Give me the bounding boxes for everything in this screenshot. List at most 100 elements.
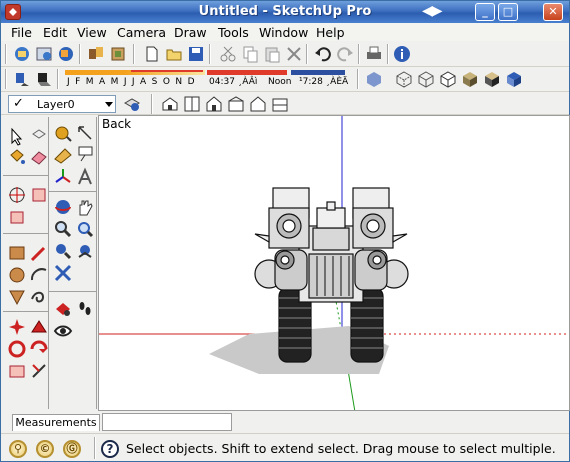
- arc-icon[interactable]: [29, 265, 49, 285]
- polygon-icon[interactable]: [7, 287, 27, 307]
- iso-view-icon[interactable]: [161, 95, 179, 113]
- zoom-extents-icon[interactable]: [53, 241, 73, 261]
- toolbar-separator: [306, 44, 308, 64]
- follow-me-icon[interactable]: [7, 317, 27, 337]
- select-arrow-icon[interactable]: [7, 127, 27, 147]
- paint-bucket-icon[interactable]: [7, 147, 27, 167]
- standard-toolbar: [1, 41, 569, 67]
- back-view-icon[interactable]: [249, 95, 267, 113]
- make-component-icon[interactable]: [29, 127, 49, 147]
- time-bar-blue[interactable]: [291, 70, 345, 75]
- tape-measure-icon[interactable]: [53, 123, 73, 143]
- print-icon[interactable]: [365, 45, 383, 63]
- credits-icon[interactable]: ©: [36, 440, 54, 458]
- cut-icon[interactable]: [219, 45, 237, 63]
- axes-icon[interactable]: [53, 167, 73, 187]
- zoom-icon[interactable]: [53, 219, 73, 239]
- previous-view-icon[interactable]: [75, 241, 95, 261]
- line-pencil-icon[interactable]: [29, 243, 49, 263]
- position-camera-icon[interactable]: [53, 299, 73, 319]
- dimension-icon[interactable]: [75, 123, 95, 143]
- erase-icon[interactable]: [285, 45, 303, 63]
- wireframe-icon[interactable]: [417, 70, 435, 88]
- menu-window[interactable]: Window: [259, 25, 308, 40]
- flip-icon[interactable]: [29, 361, 49, 381]
- push-pull-icon[interactable]: [29, 185, 49, 205]
- menu-help[interactable]: Help: [316, 25, 345, 40]
- instructor-help-icon[interactable]: ?: [101, 440, 119, 458]
- paste-icon[interactable]: [263, 45, 281, 63]
- google-earth-icon[interactable]: [109, 45, 127, 63]
- pan-hand-icon[interactable]: [75, 197, 95, 217]
- status-bar: ⚲ © Ⓖ ? Select objects. Shift to extend …: [1, 433, 569, 461]
- current-layer-name: Layer0: [37, 98, 75, 111]
- top-view-icon[interactable]: [183, 95, 201, 113]
- hidden-line-icon[interactable]: [439, 70, 457, 88]
- get-models-icon[interactable]: [13, 45, 31, 63]
- eraser-icon[interactable]: [29, 147, 49, 167]
- monochrome-icon[interactable]: [505, 70, 523, 88]
- tile-arrows-icon[interactable]: ◀▶: [422, 3, 443, 19]
- rectangle-icon[interactable]: [7, 243, 27, 263]
- intersect-icon[interactable]: [29, 339, 49, 359]
- move-icon[interactable]: [7, 185, 27, 205]
- back-edges-icon[interactable]: [395, 70, 413, 88]
- model-canvas[interactable]: [99, 116, 570, 411]
- sandbox-icon[interactable]: [7, 361, 27, 381]
- zoom-extents-all-icon[interactable]: [53, 263, 73, 283]
- palette-divider: [3, 233, 48, 234]
- freehand-icon[interactable]: [29, 287, 49, 307]
- undo-icon[interactable]: [314, 45, 332, 63]
- look-around-eye-icon[interactable]: [53, 321, 73, 341]
- toolbar-separator: [209, 44, 211, 64]
- text-tool-icon[interactable]: [75, 145, 95, 165]
- open-icon[interactable]: [165, 45, 183, 63]
- menu-file[interactable]: File: [11, 25, 32, 40]
- front-view-icon[interactable]: [205, 95, 223, 113]
- offset-icon[interactable]: [7, 339, 27, 359]
- title-bar[interactable]: Untitled - SketchUp Pro ◀▶ _ □ ✕: [1, 1, 569, 23]
- rotate-icon[interactable]: [7, 207, 27, 227]
- shadow-settings-icon[interactable]: [13, 70, 31, 88]
- scale-icon[interactable]: [29, 317, 49, 337]
- menu-camera[interactable]: Camera: [117, 25, 166, 40]
- minimize-button[interactable]: _: [475, 3, 495, 21]
- xray-icon[interactable]: [365, 70, 383, 88]
- shaded-textures-icon[interactable]: [483, 70, 501, 88]
- layer-manager-icon[interactable]: [123, 95, 141, 113]
- share-component-icon[interactable]: [57, 45, 75, 63]
- zoom-window-icon[interactable]: [75, 219, 95, 239]
- new-icon[interactable]: [143, 45, 161, 63]
- palette-column-divider: [48, 117, 49, 409]
- protractor-icon[interactable]: [53, 145, 73, 165]
- redo-icon[interactable]: [336, 45, 354, 63]
- copy-icon[interactable]: [241, 45, 259, 63]
- drawing-viewport[interactable]: Back: [98, 115, 570, 411]
- palette-divider: [49, 191, 97, 192]
- get-photo-texture-icon[interactable]: [87, 45, 105, 63]
- shaded-icon[interactable]: [461, 70, 479, 88]
- layer-dropdown[interactable]: ✓ Layer0: [8, 95, 116, 113]
- circle-icon[interactable]: [7, 265, 27, 285]
- chevron-down-icon[interactable]: [105, 102, 113, 107]
- save-icon[interactable]: [187, 45, 205, 63]
- orbit-icon[interactable]: [53, 197, 73, 217]
- menu-view[interactable]: View: [77, 25, 107, 40]
- maximize-button[interactable]: □: [498, 3, 518, 21]
- measurements-input[interactable]: [102, 413, 232, 431]
- display-shadows-icon[interactable]: [35, 70, 53, 88]
- sunrise-time: 04:37 ¸ÀÂì: [209, 77, 258, 87]
- menu-edit[interactable]: Edit: [43, 25, 67, 40]
- right-view-icon[interactable]: [227, 95, 245, 113]
- left-view-icon[interactable]: [271, 95, 289, 113]
- menu-tools[interactable]: Tools: [218, 25, 249, 40]
- close-button[interactable]: ✕: [543, 3, 563, 21]
- menu-draw[interactable]: Draw: [174, 25, 207, 40]
- geo-location-icon[interactable]: ⚲: [9, 440, 27, 458]
- sign-in-icon[interactable]: Ⓖ: [63, 440, 81, 458]
- share-model-icon[interactable]: [35, 45, 53, 63]
- month-slider-thumb[interactable]: [131, 70, 203, 72]
- 3d-text-icon[interactable]: [75, 167, 95, 187]
- model-info-icon[interactable]: [393, 45, 411, 63]
- walk-footprints-icon[interactable]: [75, 299, 95, 319]
